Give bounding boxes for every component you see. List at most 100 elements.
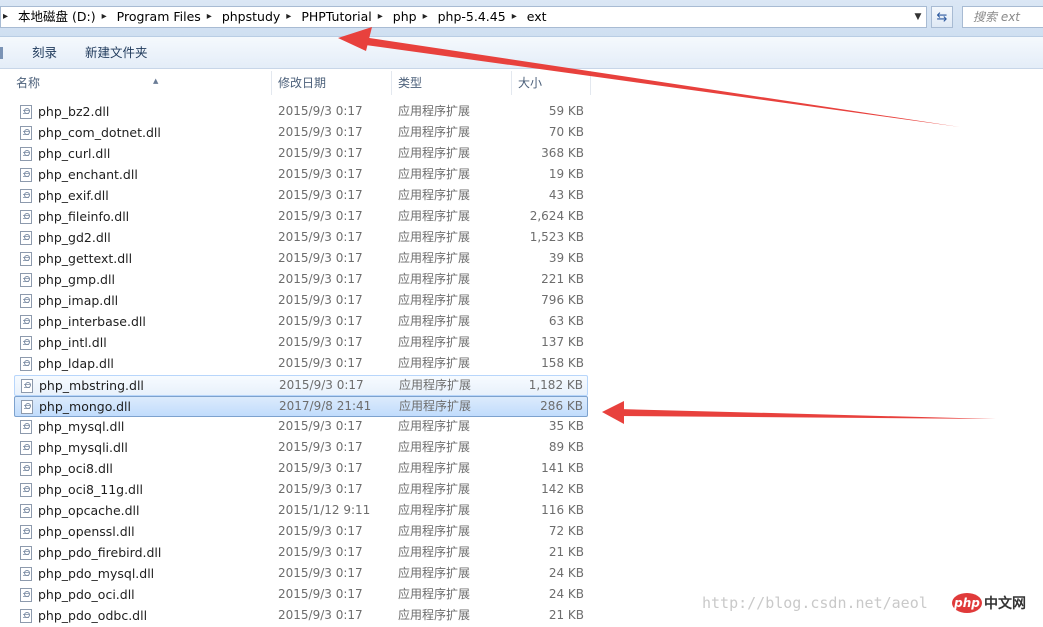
file-name: php_opcache.dll [38,503,140,518]
file-type: 应用程序扩展 [398,146,471,160]
file-type: 应用程序扩展 [398,524,471,538]
dll-file-icon [20,462,32,476]
file-size: 1,182 KB [528,378,583,392]
site-logo: php 中文网 [952,593,1026,613]
file-type: 应用程序扩展 [398,314,471,328]
column-header-size[interactable]: 大小 [518,69,588,97]
dll-file-icon [20,189,32,203]
file-name: php_fileinfo.dll [38,209,130,224]
breadcrumb-chevron-icon[interactable]: ▸ [100,7,113,27]
file-row[interactable]: php_imap.dll 2015/9/3 0:17 应用程序扩展 796 KB [14,291,588,312]
dll-file-icon [20,441,32,455]
file-row[interactable]: php_pdo_oci.dll 2015/9/3 0:17 应用程序扩展 24 KB [14,585,588,606]
column-divider[interactable] [590,71,591,95]
file-row[interactable]: php_mysqli.dll 2015/9/3 0:17 应用程序扩展 89 KB [14,438,588,459]
column-divider[interactable] [271,71,272,95]
watermark-url: http://blog.csdn.net/aeol [702,594,928,612]
column-header-name-label: 名称 [16,76,41,90]
dll-file-icon [20,231,32,245]
new-folder-button[interactable]: 新建文件夹 [85,44,148,62]
logo-mark: php [952,593,982,613]
address-bar[interactable]: ▸ 本地磁盘 (D:) ▸ Program Files ▸ phpstudy ▸ PHPTu… [0,6,927,28]
file-date: 2015/9/3 0:17 [278,167,363,181]
file-row[interactable]: php_fileinfo.dll 2015/9/3 0:17 应用程序扩展 2,624… [14,207,588,228]
file-row[interactable]: php_intl.dll 2015/9/3 0:17 应用程序扩展 137 KB [14,333,588,354]
file-row[interactable]: php_mongo.dll 2017/9/8 21:41 应用程序扩展 286 KB [14,396,588,417]
file-name: php_intl.dll [38,335,107,350]
dll-file-icon [21,379,33,393]
breadcrumb-chevron-icon[interactable]: ▸ [205,7,218,27]
file-date: 2015/9/3 0:17 [278,587,363,601]
file-row[interactable]: php_openssl.dll 2015/9/3 0:17 应用程序扩展 72 KB [14,522,588,543]
column-header-date[interactable]: 修改日期 [278,69,388,97]
file-row[interactable]: php_gd2.dll 2015/9/3 0:17 应用程序扩展 1,523 KB [14,228,588,249]
file-name: php_com_dotnet.dll [38,125,161,140]
file-date: 2015/9/3 0:17 [278,272,363,286]
file-date: 2017/9/8 21:41 [279,399,372,413]
file-row[interactable]: php_curl.dll 2015/9/3 0:17 应用程序扩展 368 KB [14,144,588,165]
address-history-dropdown-icon[interactable]: ▼ [911,10,925,24]
file-size: 21 KB [548,545,584,559]
file-size: 59 KB [548,104,584,118]
breadcrumb-item[interactable]: php-5.4.45 [434,7,510,27]
file-name: php_pdo_mysql.dll [38,566,155,581]
column-divider[interactable] [511,71,512,95]
file-date: 2015/9/3 0:17 [278,251,363,265]
file-row[interactable]: php_exif.dll 2015/9/3 0:17 应用程序扩展 43 KB [14,186,588,207]
file-row[interactable]: php_interbase.dll 2015/9/3 0:17 应用程序扩展 63 K… [14,312,588,333]
refresh-button[interactable]: ⇆ [931,6,953,28]
file-row[interactable]: php_ldap.dll 2015/9/3 0:17 应用程序扩展 158 KB [14,354,588,375]
file-row[interactable]: php_pdo_firebird.dll 2015/9/3 0:17 应用程序扩展 2… [14,543,588,564]
file-date: 2015/9/3 0:17 [278,125,363,139]
dll-file-icon [20,546,32,560]
file-name: php_gd2.dll [38,230,111,245]
breadcrumb-item[interactable]: 本地磁盘 (D:) [14,7,100,27]
file-name: php_bz2.dll [38,104,110,119]
column-header-name[interactable]: 名称 ▲ [16,69,270,97]
file-name: php_mongo.dll [39,399,132,414]
file-row[interactable]: php_opcache.dll 2015/1/12 9:11 应用程序扩展 116 K… [14,501,588,522]
file-type: 应用程序扩展 [398,335,471,349]
dll-file-icon [20,126,32,140]
file-type: 应用程序扩展 [398,461,471,475]
file-date: 2015/9/3 0:17 [278,461,363,475]
file-name: php_exif.dll [38,188,109,203]
column-divider[interactable] [391,71,392,95]
file-date: 2015/9/3 0:17 [278,146,363,160]
breadcrumb-root-chevron-icon[interactable]: ▸ [1,7,14,27]
file-row[interactable]: php_com_dotnet.dll 2015/9/3 0:17 应用程序扩展 70 … [14,123,588,144]
column-header-type[interactable]: 类型 [398,69,508,97]
sort-ascending-icon: ▲ [153,77,159,85]
file-type: 应用程序扩展 [398,587,471,601]
file-size: 221 KB [541,272,584,286]
breadcrumb-chevron-icon[interactable]: ▸ [376,7,389,27]
file-row[interactable]: php_gmp.dll 2015/9/3 0:17 应用程序扩展 221 KB [14,270,588,291]
burn-button[interactable]: 刻录 [32,44,57,62]
file-name: php_gmp.dll [38,272,115,287]
dll-file-icon [20,147,32,161]
file-row[interactable]: php_pdo_mysql.dll 2015/9/3 0:17 应用程序扩展 24 K… [14,564,588,585]
file-date: 2015/9/3 0:17 [278,440,363,454]
file-row[interactable]: php_mysql.dll 2015/9/3 0:17 应用程序扩展 35 KB [14,417,588,438]
file-row[interactable]: php_mbstring.dll 2015/9/3 0:17 应用程序扩展 1,182… [14,375,588,396]
breadcrumb-item[interactable]: ext [523,7,551,27]
breadcrumb-item[interactable]: Program Files [113,7,205,27]
file-row[interactable]: php_bz2.dll 2015/9/3 0:17 应用程序扩展 59 KB [14,102,588,123]
breadcrumb-chevron-icon[interactable]: ▸ [284,7,297,27]
breadcrumb-item[interactable]: PHPTutorial [297,7,375,27]
file-name: php_oci8.dll [38,461,113,476]
column-headers: 名称 ▲ 修改日期 类型 大小 [0,69,1043,97]
file-row[interactable]: php_gettext.dll 2015/9/3 0:17 应用程序扩展 39 KB [14,249,588,270]
file-row[interactable]: php_enchant.dll 2015/9/3 0:17 应用程序扩展 19 KB [14,165,588,186]
file-date: 2015/9/3 0:17 [278,335,363,349]
breadcrumb-chevron-icon[interactable]: ▸ [421,7,434,27]
dll-file-icon [20,252,32,266]
search-input[interactable]: 搜索 ext [962,6,1043,28]
file-row[interactable]: php_oci8.dll 2015/9/3 0:17 应用程序扩展 141 KB [14,459,588,480]
logo-text: 中文网 [984,596,1026,612]
breadcrumb-item[interactable]: php [389,7,421,27]
breadcrumb-chevron-icon[interactable]: ▸ [510,7,523,27]
file-row[interactable]: php_oci8_11g.dll 2015/9/3 0:17 应用程序扩展 142 K… [14,480,588,501]
breadcrumb-item[interactable]: phpstudy [218,7,284,27]
dll-file-icon [20,336,32,350]
